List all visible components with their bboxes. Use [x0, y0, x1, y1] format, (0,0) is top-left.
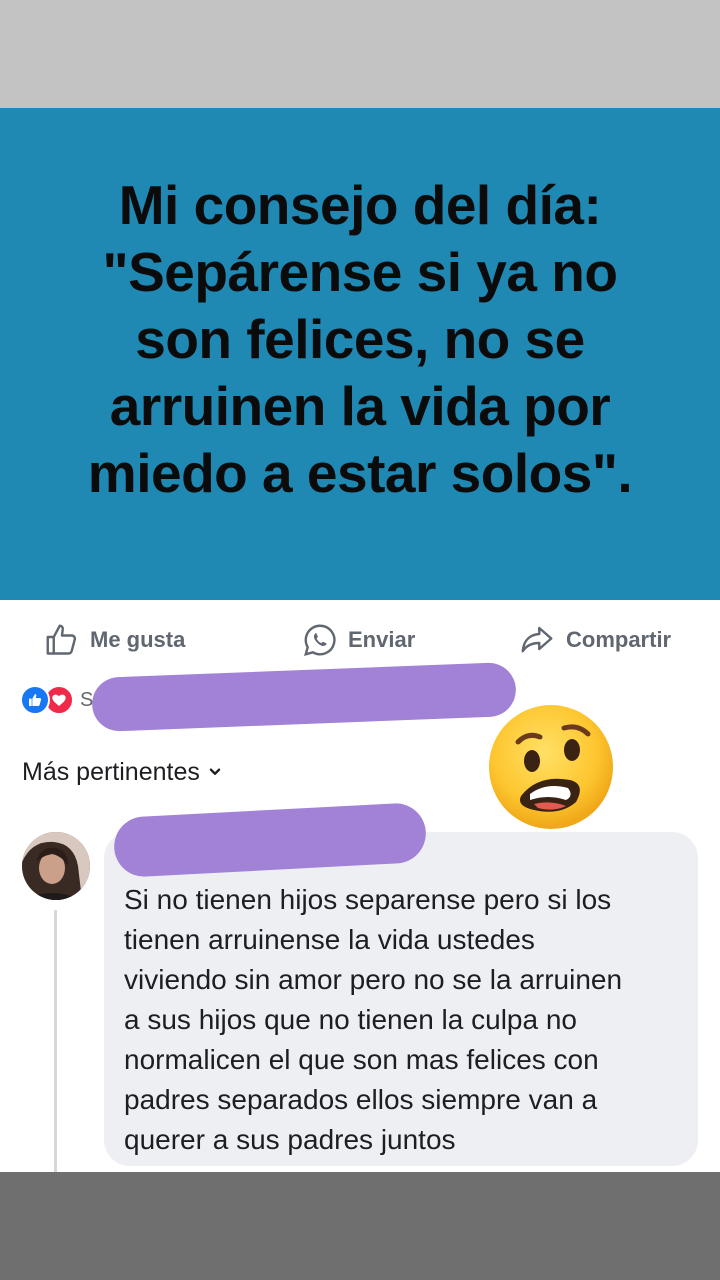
thread-line	[54, 910, 57, 1172]
chevron-down-icon	[209, 768, 221, 775]
like-label: Me gusta	[90, 627, 186, 652]
redaction-scribble	[91, 661, 517, 733]
whatsapp-icon	[304, 624, 336, 656]
commenter-avatar[interactable]	[22, 832, 90, 900]
sort-label: Más pertinentes	[22, 757, 200, 786]
comment-sort-dropdown[interactable]: Más pertinentes	[22, 754, 222, 790]
surprised-emoji	[489, 705, 613, 829]
comment-text: Si no tienen hijos separense pero si los…	[124, 884, 623, 1155]
send-button[interactable]: Enviar	[302, 618, 415, 662]
post-card: Me gusta Enviar Compartir Sahí Sali Más …	[0, 600, 720, 1172]
like-reaction-icon	[20, 685, 50, 715]
share-button[interactable]: Compartir	[518, 618, 671, 662]
post-image: Mi consejo del día: "Sepárense si ya no …	[0, 108, 720, 600]
action-bar: Me gusta Enviar Compartir	[0, 618, 720, 662]
post-quote-text: Mi consejo del día: "Sepárense si ya no …	[87, 173, 633, 504]
top-gray-band	[0, 0, 720, 108]
comment-bubble: anos Si no tienen hijos separense pero s…	[104, 832, 698, 1166]
share-arrow-icon	[521, 626, 553, 653]
share-label: Compartir	[566, 627, 672, 652]
thumbs-up-icon	[46, 624, 77, 655]
like-button[interactable]: Me gusta	[44, 618, 185, 662]
send-label: Enviar	[348, 627, 416, 652]
bottom-gray-band	[0, 1172, 720, 1280]
